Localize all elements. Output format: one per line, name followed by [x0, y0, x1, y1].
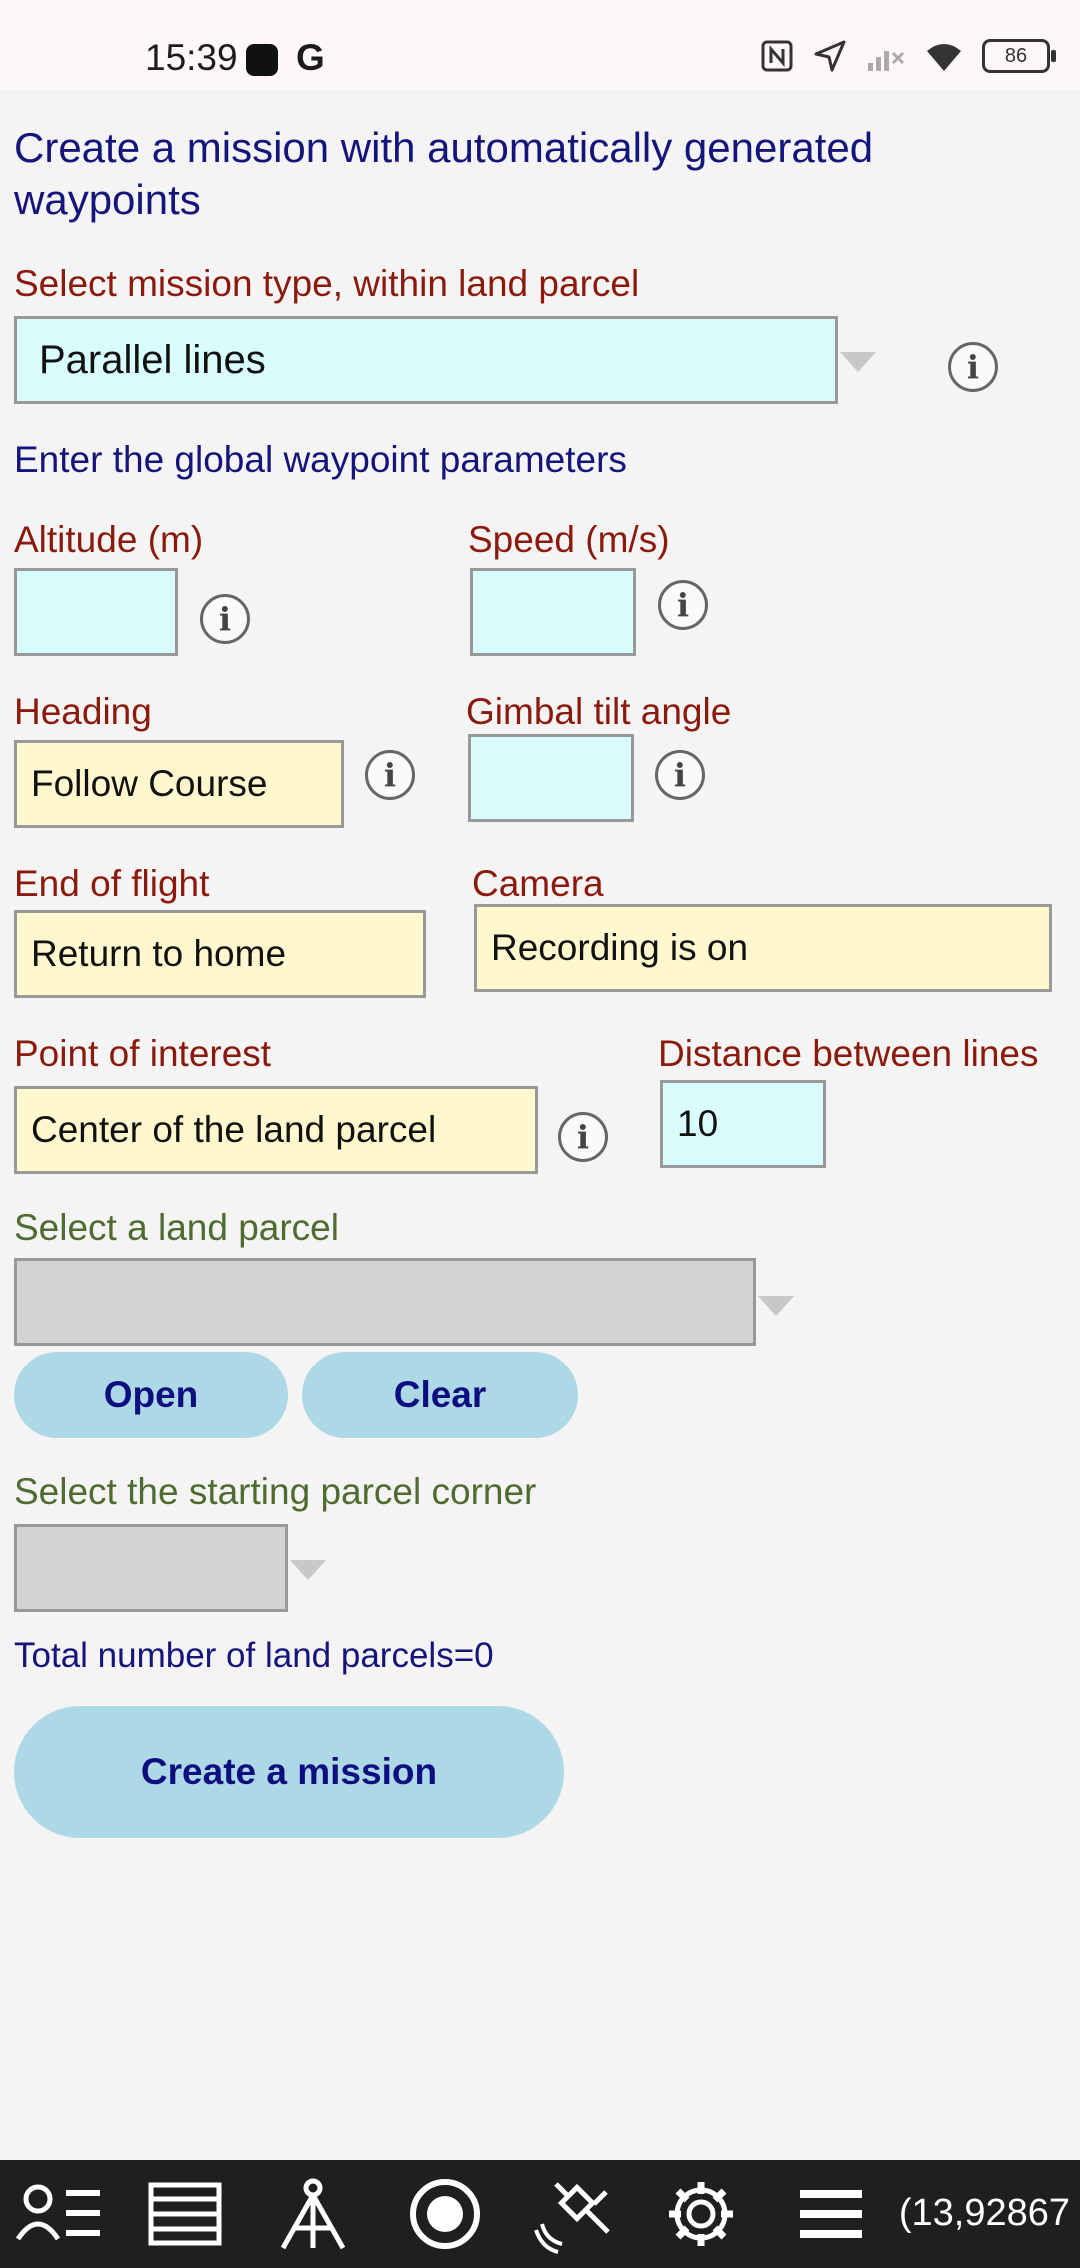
- altitude-label: Altitude (m): [14, 519, 204, 560]
- open-button[interactable]: Open: [14, 1352, 288, 1438]
- create-mission-button[interactable]: Create a mission: [14, 1706, 564, 1838]
- heading-select[interactable]: Follow Course: [14, 740, 344, 828]
- speed-input[interactable]: [470, 568, 636, 656]
- end-of-flight-label: End of flight: [14, 863, 210, 904]
- signal-off-icon: [868, 51, 905, 71]
- tripod-icon[interactable]: [258, 2160, 368, 2268]
- heading-info-icon[interactable]: i: [365, 750, 415, 800]
- camera-label: Camera: [472, 863, 604, 904]
- status-time: 15:39: [145, 37, 238, 78]
- speed-label: Speed (m/s): [468, 519, 670, 560]
- location-icon: [814, 40, 846, 72]
- poi-select[interactable]: Center of the land parcel: [14, 1086, 538, 1174]
- global-params-label: Enter the global waypoint parameters: [14, 439, 627, 480]
- corner-label: Select the starting parcel corner: [14, 1471, 537, 1512]
- status-icons: 86: [760, 38, 1056, 74]
- battery-indicator: 86: [982, 39, 1056, 73]
- bottom-toolbar: (13,92867: [0, 2160, 1080, 2268]
- land-parcel-dropdown-arrow-icon[interactable]: [758, 1296, 794, 1316]
- mission-type-select[interactable]: Parallel lines: [14, 316, 838, 404]
- distance-label: Distance between lines: [658, 1033, 1039, 1074]
- list-user-icon[interactable]: [4, 2160, 114, 2268]
- gear-icon[interactable]: [646, 2160, 756, 2268]
- end-of-flight-select[interactable]: Return to home: [14, 910, 426, 998]
- mission-type-dropdown-arrow-icon[interactable]: [840, 352, 876, 372]
- wifi-icon: [927, 44, 961, 71]
- corner-select[interactable]: [14, 1524, 288, 1612]
- heading-label: Heading: [14, 691, 152, 732]
- satellite-icon[interactable]: [520, 2160, 630, 2268]
- speed-info-icon[interactable]: i: [658, 580, 708, 630]
- total-parcels-text: Total number of land parcels=0: [14, 1636, 494, 1675]
- menu-icon[interactable]: [776, 2160, 886, 2268]
- record-icon[interactable]: [390, 2160, 500, 2268]
- mission-type-info-icon[interactable]: i: [948, 342, 998, 392]
- camera-select[interactable]: Recording is on: [474, 904, 1052, 992]
- page-title: Create a mission with automatically gene…: [14, 124, 874, 223]
- gimbal-info-icon[interactable]: i: [655, 750, 705, 800]
- mission-type-label: Select mission type, within land parcel: [14, 263, 640, 304]
- notification-app-icon: [246, 44, 278, 76]
- layers-icon[interactable]: [130, 2160, 240, 2268]
- clear-button[interactable]: Clear: [302, 1352, 578, 1438]
- coordinates-readout: (13,92867: [898, 2192, 1070, 2234]
- gimbal-input[interactable]: [468, 734, 634, 822]
- status-bar: 15:39 G 86: [0, 0, 1080, 90]
- poi-label: Point of interest: [14, 1033, 272, 1074]
- distance-input[interactable]: 10: [660, 1080, 826, 1168]
- altitude-input[interactable]: [14, 568, 178, 656]
- altitude-info-icon[interactable]: i: [200, 594, 250, 644]
- land-parcel-select[interactable]: [14, 1258, 756, 1346]
- nfc-icon: [761, 40, 793, 72]
- corner-dropdown-arrow-icon[interactable]: [290, 1560, 326, 1580]
- land-parcel-label: Select a land parcel: [14, 1207, 339, 1248]
- gimbal-label: Gimbal tilt angle: [466, 691, 732, 732]
- google-icon: G: [296, 37, 325, 78]
- poi-info-icon[interactable]: i: [558, 1112, 608, 1162]
